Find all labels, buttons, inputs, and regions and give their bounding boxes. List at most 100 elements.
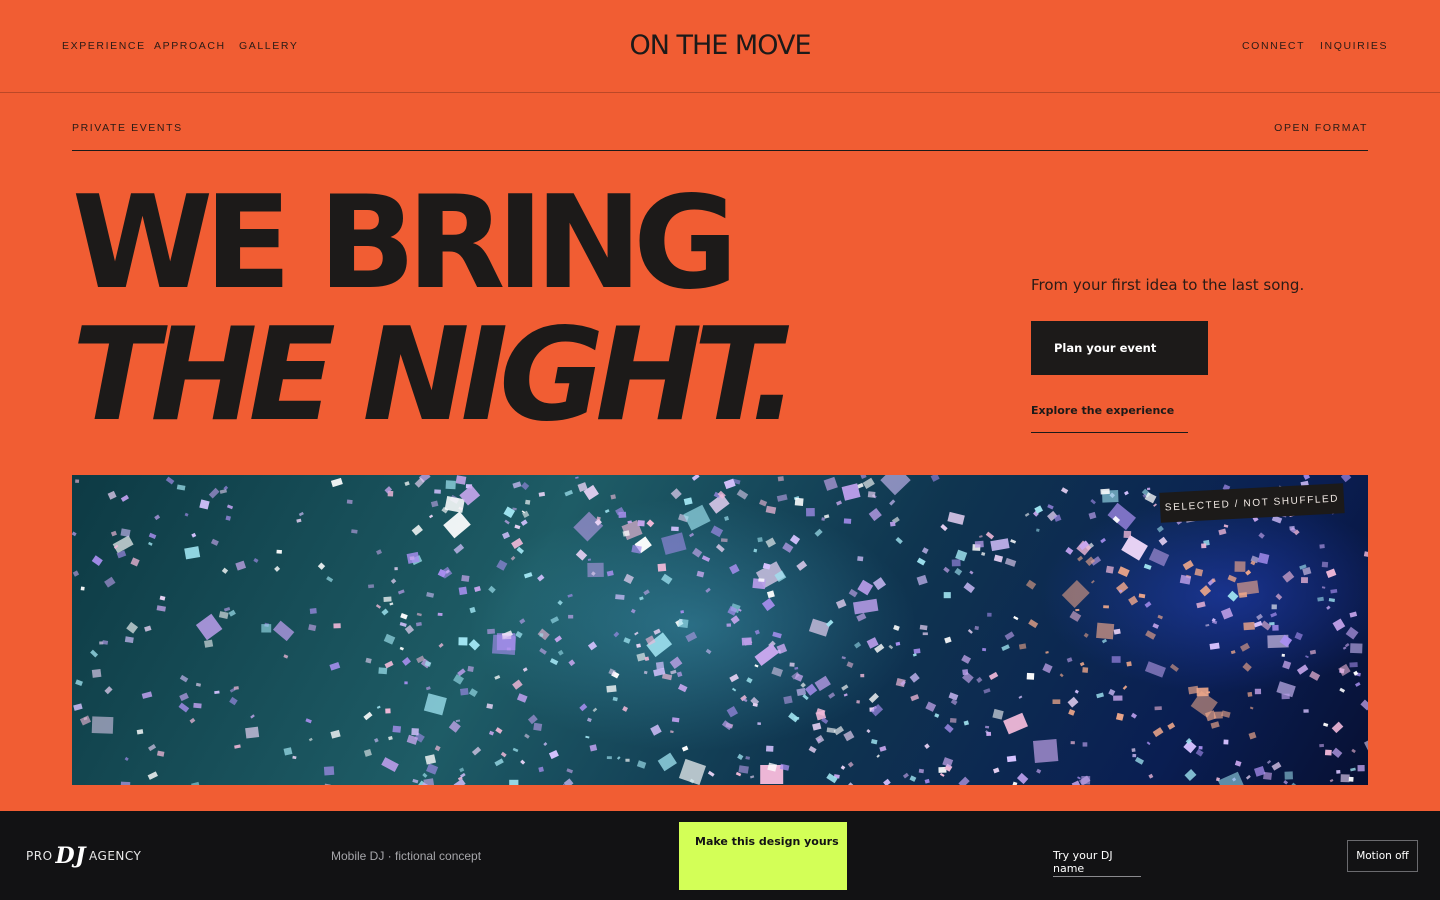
confetti-piece <box>1289 782 1299 785</box>
section-label-private-events: PRIVATE EVENTS <box>72 122 183 134</box>
confetti-piece <box>987 612 992 617</box>
confetti-piece <box>1303 475 1311 480</box>
confetti-piece <box>925 701 937 712</box>
confetti-piece <box>148 541 153 546</box>
confetti-piece <box>670 730 674 734</box>
prodj-agency-logo[interactable]: PRO DJ AGENCY <box>26 843 141 869</box>
confetti-piece <box>622 706 629 712</box>
confetti-piece <box>853 598 879 615</box>
confetti-piece <box>939 772 945 777</box>
confetti-piece <box>1111 656 1121 663</box>
confetti-piece <box>1199 585 1212 597</box>
confetti-piece <box>623 637 631 644</box>
confetti-piece <box>110 530 117 537</box>
confetti-piece <box>671 717 680 723</box>
confetti-piece <box>415 621 422 627</box>
confetti-piece <box>1283 780 1289 785</box>
confetti-piece <box>587 558 592 561</box>
confetti-piece <box>721 720 733 731</box>
confetti-piece <box>519 618 526 625</box>
confetti-piece <box>943 566 950 573</box>
confetti-piece <box>843 730 855 742</box>
confetti-piece <box>1069 610 1082 622</box>
confetti-piece <box>823 476 838 491</box>
confetti-piece <box>880 475 911 496</box>
confetti-piece <box>141 691 153 699</box>
confetti-piece <box>1158 536 1168 546</box>
confetti-piece <box>942 757 954 768</box>
confetti-piece <box>794 497 804 506</box>
confetti-piece <box>443 511 471 539</box>
confetti-piece <box>1126 661 1132 667</box>
confetti-piece <box>637 520 645 527</box>
confetti-piece <box>179 674 189 683</box>
confetti-piece <box>963 720 970 726</box>
confetti-piece <box>458 586 468 596</box>
confetti-piece <box>800 682 806 688</box>
confetti-piece <box>384 660 394 669</box>
confetti-piece <box>253 557 259 563</box>
confetti-piece <box>510 555 516 561</box>
nav-inquiries[interactable]: INQUIRIES <box>1320 40 1388 52</box>
brand-logo[interactable]: ON THE MOVE <box>0 30 1440 61</box>
confetti-piece <box>1082 742 1088 747</box>
confetti-piece <box>1357 764 1365 772</box>
confetti-piece <box>1010 539 1017 544</box>
confetti-piece <box>1260 620 1272 631</box>
confetti-piece <box>124 756 129 761</box>
confetti-piece <box>951 559 961 567</box>
confetti-piece <box>308 624 317 632</box>
try-dj-name-link[interactable]: Try your DJ name <box>1053 849 1141 877</box>
confetti-piece <box>630 608 636 614</box>
confetti-piece <box>1004 557 1017 567</box>
confetti-piece <box>1340 475 1352 483</box>
confetti-piece <box>429 514 434 519</box>
confetti-piece <box>1296 664 1309 675</box>
confetti-piece <box>1340 774 1350 783</box>
confetti-piece <box>1113 628 1121 635</box>
confetti-piece <box>1363 738 1368 751</box>
confetti-piece <box>745 756 751 760</box>
confetti-piece <box>424 754 437 765</box>
concept-label: Mobile DJ · fictional concept <box>331 849 482 863</box>
confetti-piece <box>1330 588 1338 594</box>
confetti-piece <box>189 717 196 724</box>
confetti-piece <box>606 685 617 693</box>
plan-event-button[interactable]: Plan your event <box>1031 321 1208 375</box>
confetti-piece <box>261 624 272 633</box>
confetti-piece <box>575 549 588 561</box>
confetti-piece <box>889 499 896 506</box>
confetti-piece <box>423 693 447 716</box>
confetti-piece <box>365 657 372 664</box>
confetti-piece <box>1275 593 1283 601</box>
confetti-piece <box>1117 566 1130 577</box>
confetti-piece <box>625 758 630 762</box>
confetti-piece <box>1001 644 1010 651</box>
make-design-yours-button[interactable]: Make this design yours <box>679 822 847 890</box>
confetti-piece <box>681 745 689 752</box>
hero-tagline: From your first idea to the last song. <box>1031 276 1305 294</box>
confetti-piece <box>1321 586 1326 589</box>
confetti-piece <box>1257 552 1270 565</box>
confetti-piece <box>330 729 341 739</box>
confetti-piece <box>305 718 312 724</box>
confetti-piece <box>245 726 260 739</box>
confetti-piece <box>440 566 453 579</box>
confetti-piece <box>548 749 559 760</box>
confetti-piece <box>862 477 875 489</box>
confetti-piece <box>453 674 465 685</box>
confetti-piece <box>921 547 929 554</box>
confetti-piece <box>1227 574 1237 583</box>
nav-connect[interactable]: CONNECT <box>1242 40 1305 52</box>
motion-toggle-button[interactable]: Motion off <box>1347 840 1418 872</box>
confetti-piece <box>592 707 598 713</box>
confetti-piece <box>1138 593 1146 599</box>
confetti-piece <box>473 585 481 593</box>
confetti-piece <box>539 633 544 637</box>
confetti-piece <box>1348 776 1354 782</box>
confetti-piece <box>283 654 289 659</box>
confetti-piece <box>495 727 503 734</box>
explore-experience-link[interactable]: Explore the experience <box>1031 404 1188 433</box>
confetti-piece <box>1328 598 1336 603</box>
confetti-piece <box>394 567 398 571</box>
